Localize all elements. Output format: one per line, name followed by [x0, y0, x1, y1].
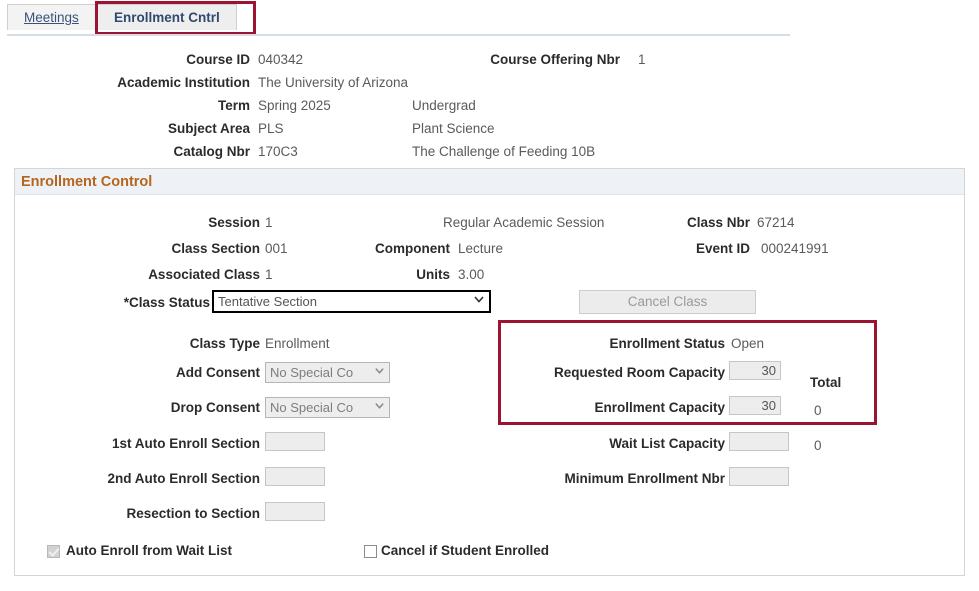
- associated-class-label: Associated Class: [148, 267, 260, 282]
- class-status-label: *Class Status: [123, 295, 210, 310]
- subject-area-value: PLS: [258, 121, 284, 136]
- enrollment-status-value: Open: [731, 336, 765, 351]
- enrollment-capacity-input[interactable]: 30: [729, 396, 781, 415]
- academic-institution-value: The University of Arizona: [258, 75, 409, 90]
- resection-to-section-label: Resection to Section: [126, 506, 260, 521]
- tab-meetings[interactable]: Meetings: [7, 4, 96, 30]
- class-status-select[interactable]: Tentative Section: [212, 290, 491, 313]
- session-description: Regular Academic Session: [443, 215, 605, 230]
- cancel-if-student-enrolled-label: Cancel if Student Enrolled: [381, 543, 550, 558]
- add-consent-select-value: No Special Co: [270, 365, 354, 380]
- term-value: Spring 2025: [258, 98, 331, 113]
- course-offering-nbr-value: 1: [638, 52, 646, 67]
- chevron-down-icon: [473, 293, 485, 311]
- enrollment-control-group: Enrollment Control Session 1 Regular Aca…: [14, 168, 965, 576]
- auto-enroll-from-wait-list-checkbox[interactable]: [47, 545, 60, 558]
- units-value: 3.00: [458, 267, 485, 282]
- tab-strip-divider: [7, 34, 790, 36]
- academic-institution-label: Academic Institution: [117, 75, 250, 90]
- class-nbr-value: 67214: [757, 215, 795, 230]
- session-label: Session: [208, 215, 260, 230]
- tab-strip: Meetings Enrollment Cntrl: [0, 0, 979, 36]
- tab-enrollment-cntrl[interactable]: Enrollment Cntrl: [97, 4, 237, 30]
- enrollment-status-label: Enrollment Status: [609, 336, 725, 351]
- auto-enroll-from-wait-list-label: Auto Enroll from Wait List: [66, 543, 232, 558]
- header-row-academic-institution: Academic Institution The University of A…: [0, 75, 979, 98]
- drop-consent-select[interactable]: No Special Co: [265, 397, 390, 418]
- class-type-label: Class Type: [189, 336, 260, 351]
- catalog-nbr-description: The Challenge of Feeding 10B: [412, 144, 596, 159]
- catalog-nbr-value: 170C3: [258, 144, 298, 159]
- enrollment-control-title: Enrollment Control: [15, 169, 964, 195]
- chevron-down-icon: [374, 364, 385, 382]
- enrollment-capacity-label: Enrollment Capacity: [594, 400, 725, 415]
- header-row-subject-area: Subject Area PLS Plant Science: [0, 121, 979, 144]
- class-status-select-value: Tentative Section: [218, 294, 318, 309]
- add-consent-label: Add Consent: [176, 365, 260, 380]
- drop-consent-label: Drop Consent: [170, 400, 260, 415]
- course-header: Course ID 040342 Course Offering Nbr 1 A…: [0, 52, 979, 167]
- event-id-label: Event ID: [695, 241, 750, 256]
- chevron-down-icon: [374, 399, 385, 417]
- total-column-header: Total: [810, 375, 842, 390]
- class-type-value: Enrollment: [265, 336, 330, 351]
- units-label: Units: [416, 267, 450, 282]
- header-row-term: Term Spring 2025 Undergrad: [0, 98, 979, 121]
- component-label: Component: [375, 241, 450, 256]
- class-nbr-label: Class Nbr: [686, 215, 750, 230]
- minimum-enrollment-nbr-label: Minimum Enrollment Nbr: [564, 471, 725, 486]
- resection-to-section-input[interactable]: [265, 502, 325, 521]
- first-auto-enroll-section-input[interactable]: [265, 432, 325, 451]
- drop-consent-select-value: No Special Co: [270, 400, 354, 415]
- requested-room-capacity-input[interactable]: 30: [729, 361, 781, 380]
- total-enrollment-value: 0: [814, 403, 822, 418]
- minimum-enrollment-nbr-input[interactable]: [729, 467, 789, 486]
- event-id-value: 000241991: [761, 241, 829, 256]
- cancel-class-button[interactable]: Cancel Class: [579, 290, 756, 314]
- component-value: Lecture: [458, 241, 504, 256]
- add-consent-select[interactable]: No Special Co: [265, 362, 390, 383]
- course-id-label: Course ID: [186, 52, 250, 67]
- header-row-course-id: Course ID 040342 Course Offering Nbr 1: [0, 52, 979, 75]
- second-auto-enroll-section-input[interactable]: [265, 467, 325, 486]
- course-offering-nbr-label: Course Offering Nbr: [490, 52, 620, 67]
- header-row-catalog-nbr: Catalog Nbr 170C3 The Challenge of Feedi…: [0, 144, 979, 167]
- term-description: Undergrad: [412, 98, 476, 113]
- term-label: Term: [217, 98, 250, 113]
- session-value: 1: [265, 215, 273, 230]
- requested-room-capacity-label: Requested Room Capacity: [553, 365, 725, 380]
- class-section-label: Class Section: [171, 241, 260, 256]
- second-auto-enroll-section-label: 2nd Auto Enroll Section: [107, 471, 260, 486]
- cancel-if-student-enrolled-checkbox[interactable]: [364, 545, 377, 558]
- total-waitlist-value: 0: [814, 438, 822, 453]
- first-auto-enroll-section-label: 1st Auto Enroll Section: [111, 436, 260, 451]
- course-id-value: 040342: [258, 52, 304, 67]
- wait-list-capacity-label: Wait List Capacity: [609, 436, 725, 451]
- subject-area-label: Subject Area: [167, 121, 250, 136]
- wait-list-capacity-input[interactable]: [729, 432, 789, 451]
- subject-area-description: Plant Science: [412, 121, 495, 136]
- catalog-nbr-label: Catalog Nbr: [173, 144, 250, 159]
